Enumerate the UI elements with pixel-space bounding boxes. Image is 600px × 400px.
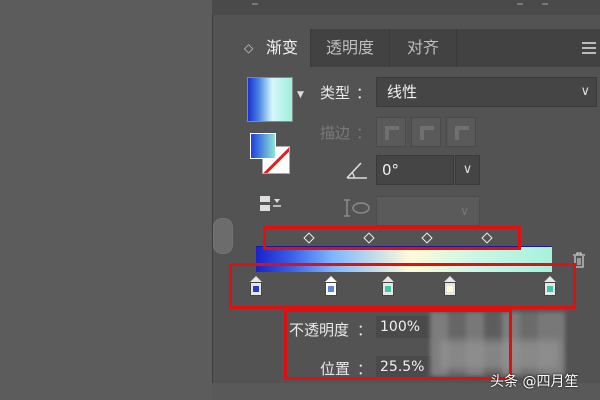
gradient-swatch[interactable] (247, 77, 293, 122)
angle-input[interactable]: 0° (376, 155, 454, 185)
highlight-opacity-position (284, 309, 512, 380)
type-label: 类型 (320, 84, 351, 102)
divider (542, 3, 548, 5)
hamburger-menu-icon[interactable] (582, 42, 596, 54)
highlight-color-stops (229, 263, 576, 309)
panel-collapse-handle[interactable] (213, 218, 233, 254)
angle-dropdown-chevron-icon[interactable]: ∨ (455, 155, 480, 185)
watermark: 头条 @四月笙 (490, 374, 579, 390)
tab-gradient[interactable]: ◇ 渐变 (236, 29, 310, 67)
fill-swatch[interactable] (250, 133, 276, 159)
reverse-gradient-icon[interactable] (259, 194, 283, 214)
aspect-ratio-icon (344, 199, 370, 217)
panel-top-strip (212, 0, 600, 15)
chevron-down-icon[interactable]: ▼ (297, 90, 304, 100)
tab-toggle-icon[interactable]: ◇ (244, 29, 253, 67)
tab-gradient-label: 渐变 (265, 38, 298, 57)
divider (252, 3, 258, 5)
canvas-area (0, 0, 212, 400)
tab-divider (456, 29, 457, 67)
divider (517, 3, 523, 5)
tab-transparency-label: 透明度 (325, 38, 374, 57)
chevron-down-icon: ∨ (580, 84, 590, 99)
stroke-along-button[interactable] (411, 117, 441, 147)
stroke-within-button[interactable] (376, 117, 406, 147)
gradient-type-select[interactable]: 线性 ∨ (376, 77, 597, 107)
angle-icon (346, 162, 367, 179)
stroke-across-button[interactable] (446, 117, 476, 147)
panel-tabbar: ◇ 渐变 透明度 对齐 (236, 29, 600, 67)
aspect-ratio-input[interactable]: ∨ (376, 196, 480, 226)
tab-align-label: 对齐 (406, 38, 439, 57)
gradient-type-value: 线性 (387, 83, 418, 101)
stroke-label: 描边 (320, 124, 351, 142)
highlight-midpoints (263, 226, 521, 250)
tab-align[interactable]: 对齐 (390, 29, 456, 67)
stroke-colon: ： (356, 124, 372, 142)
tab-transparency[interactable]: 透明度 (311, 29, 389, 67)
type-colon: ： (356, 84, 372, 102)
